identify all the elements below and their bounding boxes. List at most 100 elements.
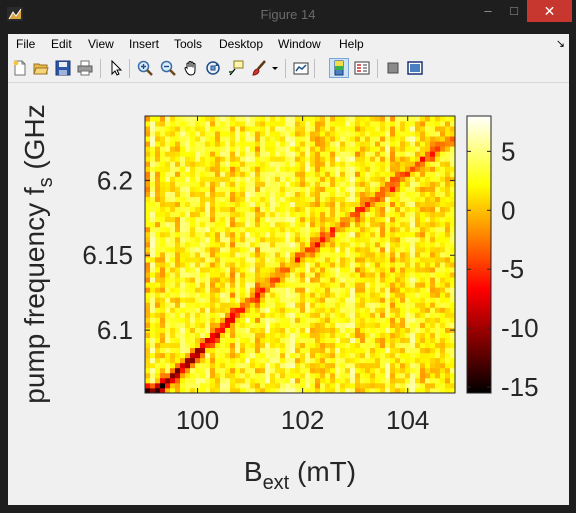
heatmap-cell	[225, 347, 231, 354]
menu-view[interactable]: View	[88, 37, 114, 51]
heatmap-cell	[385, 166, 391, 172]
heatmap-cell	[235, 382, 241, 389]
heatmap-cell	[275, 186, 281, 192]
heatmap-cell	[260, 236, 266, 243]
heatmap-cell	[425, 357, 431, 364]
y-tick-label: 6.1	[97, 315, 133, 345]
heatmap-cell	[300, 206, 306, 213]
heatmap-cell	[295, 221, 301, 228]
save-icon[interactable]	[55, 60, 71, 76]
colorbar-icon[interactable]	[331, 60, 347, 76]
zoom-out-icon[interactable]	[160, 60, 176, 76]
menu-edit[interactable]: Edit	[51, 37, 72, 51]
heatmap-cell	[200, 201, 206, 208]
heatmap-cell	[405, 241, 411, 248]
heatmap-cell	[350, 367, 356, 374]
heatmap-cell	[365, 141, 371, 147]
heatmap-cell	[330, 186, 336, 192]
heatmap-cell	[375, 241, 381, 248]
heatmap-cell	[220, 332, 226, 338]
heatmap-cell	[295, 196, 301, 203]
heatmap-cell	[330, 347, 336, 354]
heatmap-cell	[335, 201, 341, 208]
heatmap-cell	[190, 181, 196, 187]
heatmap-cell	[375, 221, 381, 228]
heatmap-cell	[320, 216, 326, 223]
pan-hand-icon[interactable]	[183, 60, 199, 76]
heatmap-cell	[405, 161, 411, 167]
hide-plot-tools-icon[interactable]	[385, 60, 401, 76]
heatmap-cell	[210, 347, 216, 354]
heatmap-cell	[170, 362, 176, 369]
heatmap-cell	[170, 317, 176, 323]
heatmap-cell	[440, 226, 446, 233]
heatmap-cell	[305, 312, 311, 318]
heatmap-cell	[230, 267, 236, 273]
heatmap-cell	[200, 312, 206, 318]
heatmap-cell	[310, 312, 316, 318]
heatmap-cell	[220, 377, 226, 384]
menu-insert[interactable]: Insert	[129, 37, 159, 51]
heatmap-cell	[405, 136, 411, 142]
heatmap-cell	[355, 352, 361, 359]
link-plot-icon[interactable]	[293, 60, 309, 76]
heatmap-cell	[260, 226, 266, 233]
heatmap-cell	[435, 231, 441, 238]
heatmap-cell	[390, 211, 396, 218]
heatmap-cell	[215, 377, 221, 384]
heatmap-cell	[285, 357, 291, 364]
heatmap-cell	[360, 362, 366, 369]
menu-file[interactable]: File	[16, 37, 35, 51]
heatmap-cell	[370, 211, 376, 218]
print-icon[interactable]	[77, 60, 93, 76]
heatmap-cell	[440, 262, 446, 268]
rotate-3d-icon[interactable]	[205, 60, 221, 76]
heatmap-cell	[195, 126, 201, 132]
open-file-icon[interactable]	[33, 60, 49, 76]
heatmap-cell	[250, 357, 256, 364]
heatmap-cell	[290, 382, 296, 389]
menu-desktop[interactable]: Desktop	[219, 37, 263, 51]
heatmap-cell	[195, 161, 201, 167]
heatmap-cell	[420, 302, 426, 308]
brush-icon[interactable]	[251, 60, 267, 76]
heatmap-cell	[320, 277, 326, 283]
heatmap-cell	[165, 186, 171, 192]
heatmap-cell	[160, 181, 166, 187]
heatmap-cell	[390, 171, 396, 177]
heatmap-cell	[425, 312, 431, 318]
maximize-button[interactable]: □	[501, 0, 527, 22]
data-cursor-icon[interactable]	[228, 60, 244, 76]
heatmap-cell	[405, 151, 411, 157]
heatmap-cell	[340, 267, 346, 273]
heatmap-cell	[270, 377, 276, 384]
heatmap-cell	[180, 166, 186, 172]
minimize-button[interactable]: –	[475, 0, 501, 22]
brush-dropdown-icon[interactable]	[271, 60, 279, 76]
menu-window[interactable]: Window	[278, 37, 321, 51]
zoom-in-icon[interactable]	[137, 60, 153, 76]
heatmap-cell	[330, 191, 336, 197]
show-plot-tools-icon[interactable]	[407, 60, 423, 76]
heatmap-cell	[265, 191, 271, 197]
close-button[interactable]: ✕	[527, 0, 572, 22]
heatmap-cell	[235, 262, 241, 268]
menu-help[interactable]: Help	[339, 37, 364, 51]
plot-area: 100 102 104 6.16.156.2 50-5-10-15 Bext (mT…	[19, 104, 539, 494]
heatmap-cell	[405, 236, 411, 243]
heatmap-cell	[365, 146, 371, 152]
heatmap-cell	[245, 367, 251, 374]
heatmap-cell	[275, 337, 281, 344]
heatmap-cell	[250, 141, 256, 147]
legend-icon[interactable]	[354, 60, 370, 76]
menu-tools[interactable]: Tools	[174, 37, 202, 51]
heatmap-cell	[435, 246, 441, 253]
heatmap-cell	[385, 272, 391, 278]
heatmap-cell	[430, 367, 436, 374]
heatmap-cell	[145, 236, 151, 243]
pointer-icon[interactable]	[108, 60, 124, 76]
dock-arrow-icon[interactable]: ↘	[556, 37, 565, 50]
heatmap-cell	[430, 246, 436, 253]
heatmap-cell	[250, 191, 256, 197]
new-figure-icon[interactable]	[12, 60, 28, 76]
